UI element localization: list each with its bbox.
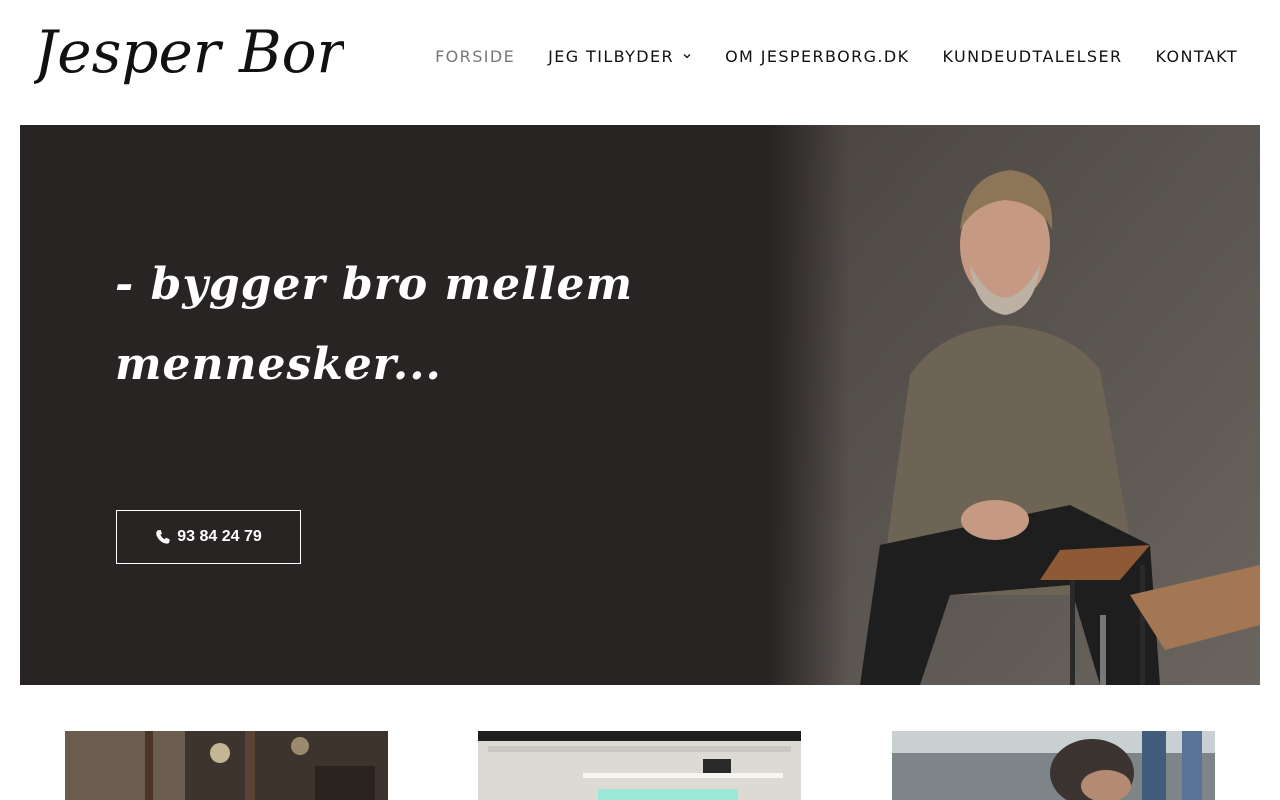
hero-banner: - bygger bro mellem mennesker... 93 84 2… (20, 125, 1260, 685)
nav-item-om-jesperborg[interactable]: OM JESPERBORG.DK (725, 47, 909, 66)
card-image-2[interactable] (478, 731, 801, 800)
nav-item-forside[interactable]: FORSIDE (435, 47, 515, 66)
phone-call-button[interactable]: 93 84 24 79 (116, 510, 301, 564)
logo-signature: Jesper Borg (34, 18, 344, 86)
card-image-3[interactable] (892, 731, 1215, 800)
hero-tagline-line-2: mennesker... (115, 339, 442, 390)
phone-icon (156, 530, 170, 544)
hero-tagline-line-1: - bygger bro mellem (115, 259, 634, 310)
phone-number-label: 93 84 24 79 (177, 528, 262, 545)
nav-item-label: JEG TILBYDER (548, 46, 675, 66)
service-cards (0, 731, 1280, 800)
nav-item-kundeudtalelser[interactable]: KUNDEUDTALELSER (943, 47, 1123, 66)
site-logo[interactable]: Jesper Borg (34, 6, 344, 98)
nav-item-kontakt[interactable]: KONTAKT (1156, 47, 1238, 66)
chevron-down-icon (683, 54, 691, 59)
nav-item-jeg-tilbyder[interactable]: JEG TILBYDER (548, 47, 692, 66)
site-header: Jesper Borg FORSIDE JEG TILBYDER OM JESP… (0, 0, 1280, 125)
hero-portrait-photo (770, 125, 1260, 685)
hero-tagline: - bygger bro mellem mennesker... (115, 245, 675, 405)
card-image-1[interactable] (65, 731, 388, 800)
main-nav: FORSIDE JEG TILBYDER OM JESPERBORG.DK KU… (435, 42, 1238, 70)
svg-text:Jesper Borg: Jesper Borg (34, 18, 344, 86)
